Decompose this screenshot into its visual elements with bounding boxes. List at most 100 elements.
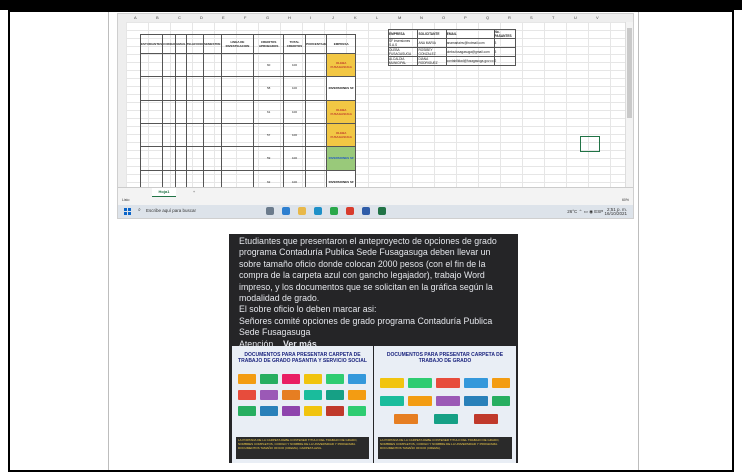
- table-cell[interactable]: [139, 122, 164, 148]
- post-image-right[interactable]: DOCUMENTOS PARA PRESENTAR CARPETA DE TRA…: [374, 346, 516, 463]
- column-header[interactable]: A: [134, 15, 137, 20]
- column-header[interactable]: S: [530, 15, 533, 20]
- table-cell[interactable]: 100: [282, 122, 307, 148]
- table-header-cell[interactable]: CODIGO: [162, 34, 177, 54]
- table-cell[interactable]: [203, 52, 222, 78]
- table-cell[interactable]: ANA MARIA: [417, 38, 447, 48]
- table-cell[interactable]: 60: [253, 52, 284, 78]
- table-cell[interactable]: [162, 146, 177, 171]
- file-explorer-icon[interactable]: [298, 207, 306, 215]
- table-cell[interactable]: 57: [253, 122, 284, 148]
- table-cell[interactable]: [175, 146, 187, 171]
- language-text[interactable]: ESP: [594, 209, 603, 214]
- column-header[interactable]: G: [266, 15, 269, 20]
- table-header-cell[interactable]: EMAIL: [175, 34, 187, 54]
- table-cell[interactable]: 3: [493, 47, 516, 57]
- column-header[interactable]: H: [288, 15, 291, 20]
- column-header[interactable]: I: [310, 15, 311, 20]
- table-cell[interactable]: ALCALDIA MUNICIPAL: [387, 56, 419, 66]
- table-row[interactable]: 61 100 OLEBA FUSAGASUGA: [139, 99, 356, 124]
- table-cell[interactable]: 3: [493, 38, 516, 48]
- column-header[interactable]: F: [244, 15, 246, 20]
- table-cell[interactable]: [185, 99, 205, 124]
- column-header[interactable]: O: [442, 15, 445, 20]
- table-cell[interactable]: OLEBA FUSAGASUGA: [326, 122, 356, 148]
- post-image-left[interactable]: DOCUMENTOS PARA PRESENTAR CARPETA DE TRA…: [232, 346, 373, 463]
- table-row[interactable]: 59 100 INVERSIONES SF: [139, 146, 356, 171]
- table-cell[interactable]: [305, 76, 328, 101]
- column-header[interactable]: R: [508, 15, 511, 20]
- table-cell[interactable]: [220, 52, 255, 78]
- selected-cell[interactable]: [580, 136, 600, 152]
- excel-icon[interactable]: [378, 207, 386, 215]
- scrollbar-thumb[interactable]: [627, 28, 632, 118]
- table-header-cell[interactable]: TOTAL CREDITOS: [282, 34, 307, 54]
- column-header[interactable]: L: [376, 15, 378, 20]
- table-header-cell[interactable]: EMPRESA: [387, 29, 419, 39]
- table-cell[interactable]: [185, 52, 205, 78]
- table-cell[interactable]: 2: [493, 56, 516, 66]
- column-header[interactable]: B: [156, 15, 159, 20]
- column-header[interactable]: J: [332, 15, 334, 20]
- column-header[interactable]: C: [178, 15, 181, 20]
- sheet-tab-hoja1[interactable]: Hoja1: [152, 188, 176, 197]
- table-cell[interactable]: [162, 99, 177, 124]
- table-cell[interactable]: SF inversiones S.A.S: [387, 38, 419, 48]
- table-cell[interactable]: [203, 76, 222, 101]
- table-cell[interactable]: [185, 122, 205, 148]
- table-cell[interactable]: 100: [282, 146, 307, 171]
- table-cell[interactable]: OLEBA FUSAGASUGA: [326, 99, 356, 124]
- table-cell[interactable]: [305, 99, 328, 124]
- opera-icon[interactable]: [346, 207, 354, 215]
- table-cell[interactable]: 61: [253, 99, 284, 124]
- table-cell[interactable]: [185, 146, 205, 171]
- column-header[interactable]: N: [420, 15, 423, 20]
- column-header[interactable]: T: [552, 15, 554, 20]
- table-cell[interactable]: [220, 99, 255, 124]
- table-cell[interactable]: [185, 76, 205, 101]
- windows-start-icon[interactable]: [124, 208, 131, 215]
- table-row[interactable]: 60 100 OLEBA FUSAGASUGA: [139, 52, 356, 78]
- table-cell[interactable]: [175, 52, 187, 78]
- table-header-cell[interactable]: TELEFONO: [185, 34, 205, 54]
- table-cell[interactable]: 100: [282, 52, 307, 78]
- vertical-scrollbar[interactable]: [625, 22, 633, 188]
- table-header-cell[interactable]: EMAIL: [445, 29, 495, 39]
- table-header-cell[interactable]: PORCENTAJE: [305, 34, 328, 54]
- table-cell[interactable]: [162, 122, 177, 148]
- table-cell[interactable]: [305, 52, 328, 78]
- table-cell[interactable]: anamariainv@hotmail.com: [445, 38, 495, 48]
- word-icon[interactable]: [362, 207, 370, 215]
- taskbar-search-input[interactable]: Escribe aquí para buscar: [146, 208, 196, 213]
- table-cell[interactable]: [139, 99, 164, 124]
- table-cell[interactable]: 100: [282, 76, 307, 101]
- table-header-cell[interactable]: CREDITOS APROBADOS: [253, 34, 284, 54]
- task-view-icon[interactable]: [266, 207, 274, 215]
- table-row[interactable]: ALCALDIA MUNICIPAL DIANA RODRIGUEZ contabi…: [387, 56, 516, 66]
- table-row[interactable]: SF inversiones S.A.S ANA MARIA anamariainv…: [387, 38, 516, 48]
- table-header-cell[interactable]: No. PASANTES: [493, 29, 516, 39]
- table-cell[interactable]: ROSIBEY GONZALEZ: [417, 47, 447, 57]
- table-row[interactable]: OLEBA FUSAGASUGA ROSIBEY GONZALEZ oleba.fu…: [387, 47, 516, 57]
- column-header[interactable]: Q: [486, 15, 489, 20]
- search-icon[interactable]: ⌕: [138, 207, 141, 213]
- table-header-cell[interactable]: LINEA DE INVESTIGACION: [220, 34, 255, 54]
- zoom-level[interactable]: 60%: [622, 198, 629, 202]
- table-cell[interactable]: [203, 146, 222, 171]
- table-cell[interactable]: [203, 122, 222, 148]
- add-sheet-icon[interactable]: +: [190, 188, 198, 196]
- column-header[interactable]: V: [596, 15, 599, 20]
- table-cell[interactable]: [220, 146, 255, 171]
- table-cell[interactable]: 58: [253, 76, 284, 101]
- store-icon[interactable]: [314, 207, 322, 215]
- clock-date[interactable]: 16/10/2021: [604, 211, 627, 216]
- table-header-cell[interactable]: ESTUDIANTES: [139, 34, 164, 54]
- column-header[interactable]: M: [398, 15, 401, 20]
- column-header[interactable]: U: [574, 15, 577, 20]
- table-cell[interactable]: [175, 76, 187, 101]
- column-header[interactable]: K: [354, 15, 357, 20]
- table-cell[interactable]: [305, 122, 328, 148]
- table-cell[interactable]: [220, 76, 255, 101]
- table-cell[interactable]: INVERSIONES SF: [326, 146, 356, 171]
- column-header[interactable]: D: [200, 15, 203, 20]
